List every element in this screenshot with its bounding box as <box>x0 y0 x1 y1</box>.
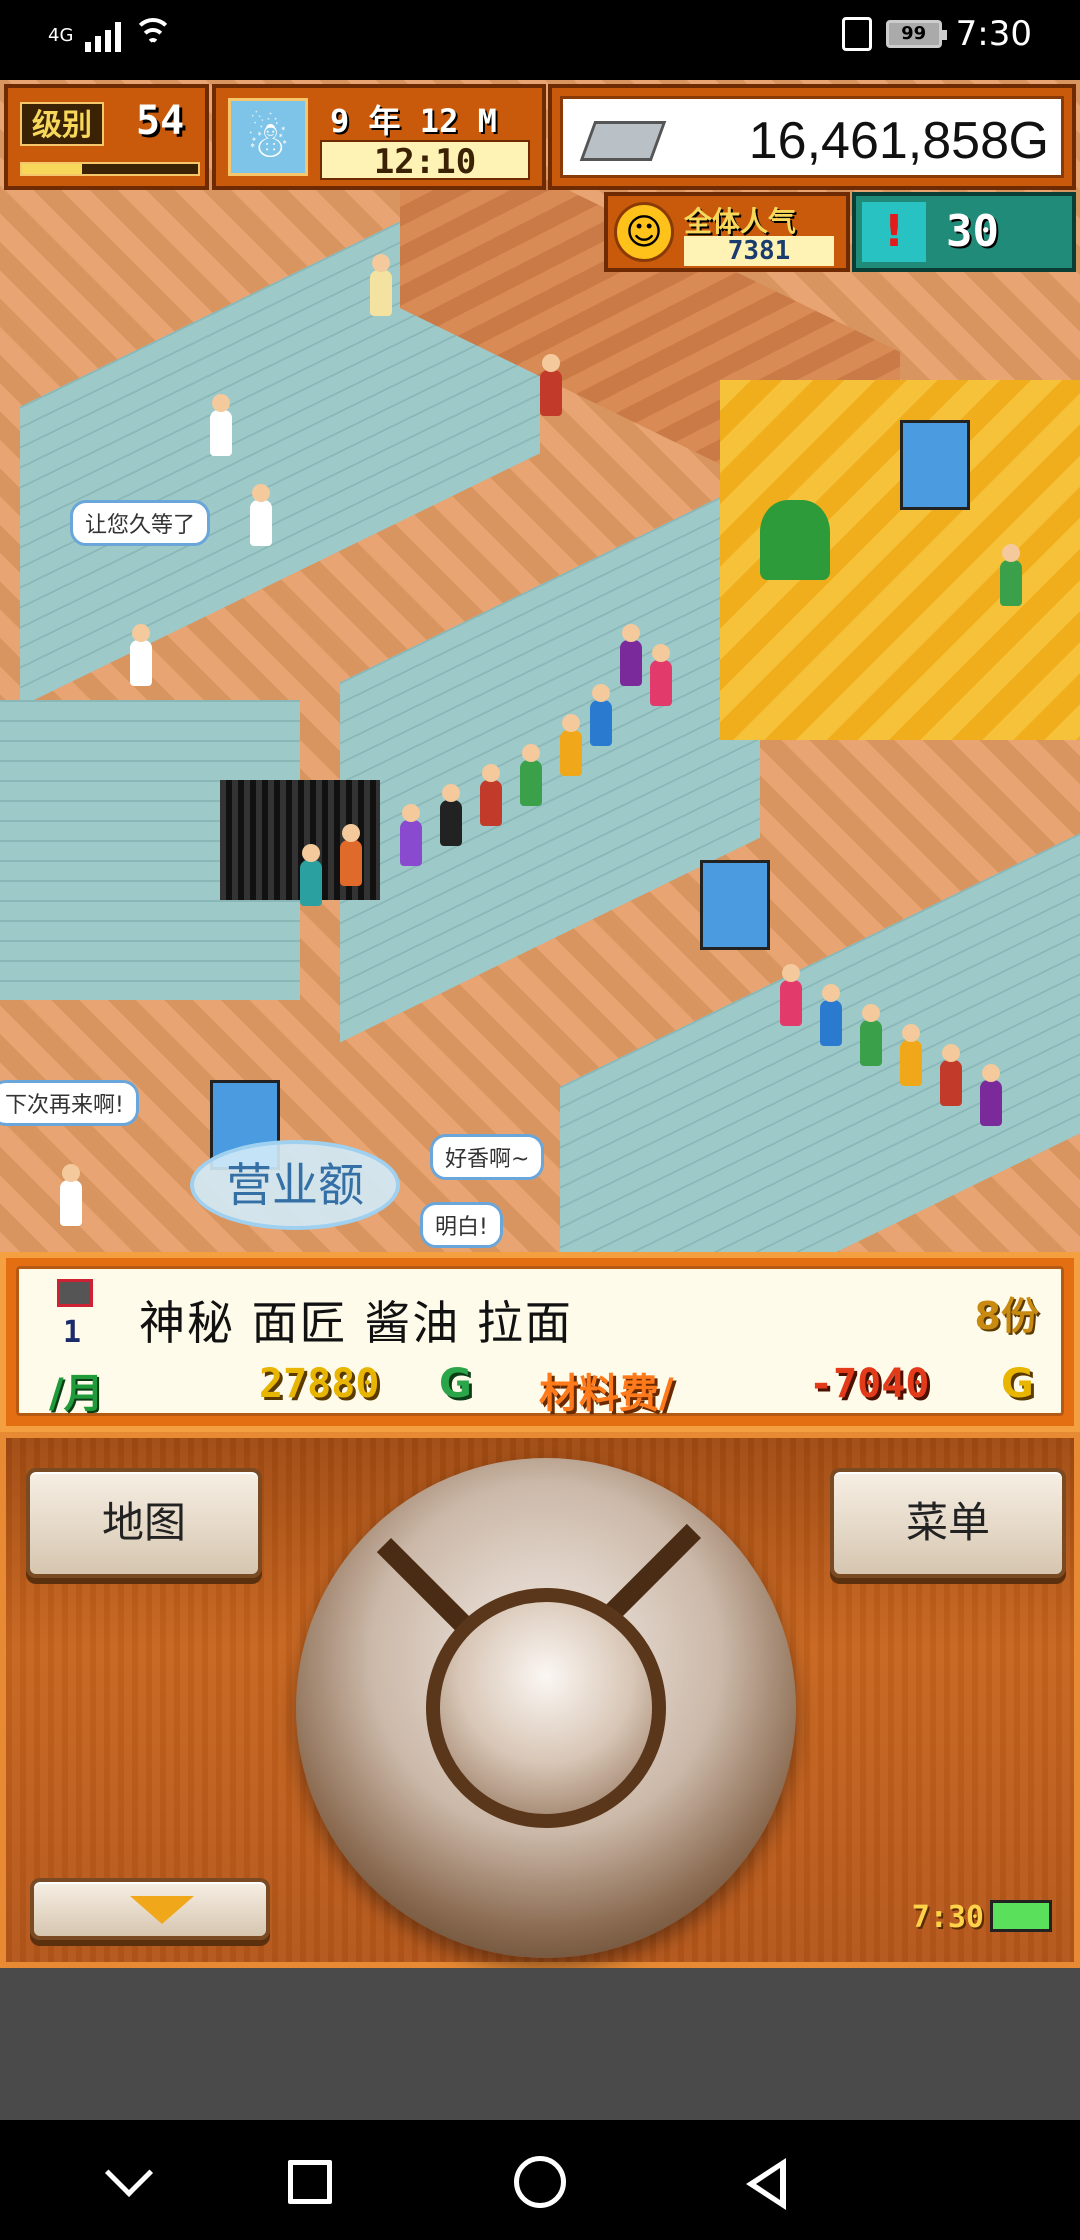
customer <box>370 254 392 316</box>
customer <box>440 784 462 846</box>
hide-keyboard-icon[interactable] <box>104 2148 154 2198</box>
customer <box>400 804 422 866</box>
status-time: 7:30 <box>955 14 1032 54</box>
speech-bubble: 下次再来啊! <box>0 1080 139 1126</box>
arrow-down-icon <box>130 1896 194 1924</box>
level-progress-bar <box>20 162 200 176</box>
serving-count: 8份 <box>974 1294 1039 1338</box>
recents-button[interactable] <box>288 2160 332 2204</box>
battery-level: 99 <box>901 23 927 44</box>
status-left: 4G <box>48 18 174 52</box>
dpad-center-button[interactable] <box>426 1588 666 1828</box>
map-button[interactable]: 地图 <box>26 1468 262 1578</box>
level-label: 级别 <box>20 102 104 146</box>
customer <box>940 1044 962 1106</box>
level-value: 54 <box>136 98 185 144</box>
dish-info-card: 1 神秘 面匠 酱油 拉面 8份 /月 27880 G 材料费/ -7040 G <box>16 1266 1064 1417</box>
sales-bubble[interactable]: 营业额 <box>190 1140 400 1230</box>
popularity-panel[interactable]: ☺ 全体人气 7381 <box>604 192 850 272</box>
collapse-button[interactable] <box>30 1878 270 1940</box>
material-cost-value: -7040 <box>809 1361 930 1407</box>
game-viewport[interactable]: 让您久等了 下次再来啊! 好香啊~ 明白! 营业额 级别 54 ☃ 9 年 12… <box>0 80 1080 1260</box>
money-panel: 16,461,858 G <box>548 84 1076 190</box>
speech-bubble: 明白! <box>420 1202 503 1248</box>
level-progress-fill <box>22 164 82 174</box>
customer <box>820 984 842 1046</box>
customer <box>650 644 672 706</box>
customer <box>300 844 322 906</box>
money-unit: G <box>1008 112 1049 170</box>
customer <box>980 1064 1002 1126</box>
monthly-revenue: 27880 <box>259 1361 380 1407</box>
dish-name: 神秘 面匠 酱油 拉面 <box>139 1296 573 1350</box>
bottom-room <box>560 833 1080 1260</box>
money-bundle-icon <box>579 121 667 161</box>
back-icon-inner <box>756 2168 780 2200</box>
date-panel: ☃ 9 年 12 M 12:10 <box>212 84 546 190</box>
popularity-value: 7381 <box>684 236 834 266</box>
status-bar: 4G 99 7:30 <box>0 0 1080 80</box>
smiley-icon: ☺ <box>614 202 674 262</box>
plant <box>760 500 830 580</box>
signal-icon <box>85 18 122 52</box>
alert-panel[interactable]: ! 30 <box>852 192 1076 272</box>
speech-bubble: 让您久等了 <box>70 500 211 546</box>
popularity-label: 全体人气 <box>684 205 797 238</box>
directional-pad[interactable] <box>296 1458 796 1958</box>
home-button[interactable] <box>514 2156 566 2208</box>
per-month-label: /月 <box>49 1371 104 1417</box>
date-year-month: 9 年 12 M <box>330 102 497 140</box>
staff <box>130 624 152 686</box>
customer <box>590 684 612 746</box>
customer <box>520 744 542 806</box>
shop-icon <box>57 1279 93 1307</box>
customer <box>900 1024 922 1086</box>
customer <box>1000 544 1022 606</box>
customer <box>340 824 362 886</box>
vibrate-icon <box>841 17 872 51</box>
material-cost-label: 材料费/ <box>539 1371 674 1417</box>
battery-icon: 99 <box>885 20 947 48</box>
vending-machine-2 <box>700 860 770 950</box>
staff <box>60 1164 82 1226</box>
customer <box>620 624 642 686</box>
customer <box>540 354 562 416</box>
queue-aisle <box>340 477 760 1043</box>
network-type: 4G <box>48 24 74 46</box>
cost-unit: G <box>1001 1361 1034 1407</box>
control-panel: 地图 菜单 7:30 <box>0 1432 1080 1968</box>
speech-bubble: 好香啊~ <box>430 1134 545 1180</box>
device-clock: 7:30 <box>911 1900 984 1935</box>
customer <box>780 964 802 1026</box>
money-display: 16,461,858 G <box>560 96 1064 178</box>
level-panel: 级别 54 <box>4 84 209 190</box>
staff <box>250 484 272 546</box>
dish-rank: 1 <box>63 1315 82 1350</box>
customer <box>560 714 582 776</box>
staff <box>210 394 232 456</box>
customer <box>860 1004 882 1066</box>
customer <box>480 764 502 826</box>
game-clock: 12:10 <box>320 140 530 182</box>
revenue-unit: G <box>439 1361 472 1407</box>
navigation-bar <box>0 2120 1080 2240</box>
dish-info-panel[interactable]: 1 神秘 面匠 酱油 拉面 8份 /月 27880 G 材料费/ -7040 G <box>0 1252 1080 1432</box>
snowman-icon: ☃ <box>228 98 308 176</box>
vending-machine <box>900 420 970 510</box>
alert-count: 30 <box>946 206 999 257</box>
wifi-icon <box>133 18 174 52</box>
battery-icon <box>990 1900 1052 1932</box>
menu-button[interactable]: 菜单 <box>830 1468 1066 1578</box>
empty-area <box>0 1968 1080 2120</box>
exclamation-icon: ! <box>862 202 926 262</box>
money-value: 16,461,858 <box>748 112 1009 170</box>
status-right: 99 7:30 <box>841 14 1032 54</box>
